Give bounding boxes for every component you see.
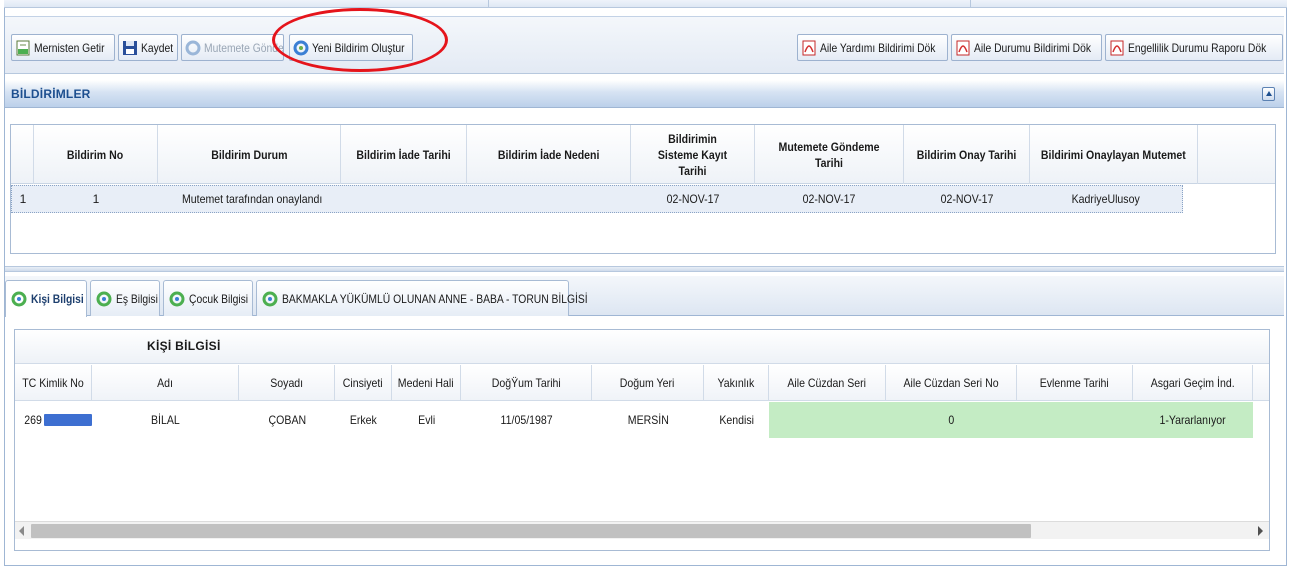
cell-iade-tarihi <box>341 186 467 212</box>
table-row[interactable]: 269 BİLAL ÇOBAN Erkek Evli 11/05/1987 ME… <box>15 402 1269 438</box>
mutemete-gonder-button[interactable]: Mutemete Gönder <box>181 34 284 61</box>
cell-mutemet-tarihi: 02-NOV-17 <box>803 192 856 206</box>
engellilik-durumu-raporu-dok-button[interactable]: Engellilik Durumu Raporu Dök <box>1105 34 1283 61</box>
pdf-icon <box>801 40 817 56</box>
cell-dogum-tarihi: 11/05/1987 <box>500 413 553 427</box>
scrollbar-thumb[interactable] <box>31 524 1031 538</box>
tab-es-bilgisi[interactable]: Eş Bilgisi <box>90 280 160 316</box>
column-header[interactable]: Bildirim Durum <box>158 125 341 184</box>
column-header[interactable]: Evlenme Tarihi <box>1017 365 1133 401</box>
column-header[interactable]: Medeni Hali <box>392 365 461 401</box>
document-arrow-icon <box>15 40 31 56</box>
collapse-up-icon[interactable] <box>1262 87 1275 101</box>
column-header[interactable]: TC Kimlik No <box>15 365 92 401</box>
column-header[interactable]: DoğŸum Tarihi <box>461 365 592 401</box>
top-tab-strip <box>4 0 1287 8</box>
column-header[interactable]: Aile Cüzdan Seri <box>769 365 886 401</box>
aile-yardimi-bildirimi-dok-button[interactable]: Aile Yardımı Bildirimi Dök <box>797 34 948 61</box>
refresh-icon <box>262 291 278 307</box>
column-header[interactable]: Yakınlık <box>704 365 769 401</box>
cell-evlenme-tarihi <box>1017 402 1133 438</box>
column-header[interactable]: Aile Cüzdan Seri No <box>886 365 1017 401</box>
refresh-icon <box>293 40 309 56</box>
tab-bakmakla-yukumlu[interactable]: BAKMAKLA YÜKÜMLÜ OLUNAN ANNE - BABA - TO… <box>256 280 588 316</box>
redaction-block <box>44 414 92 426</box>
cell-medeni-hali: Evli <box>417 413 436 427</box>
cell-tc-kimlik-no: 269 <box>15 402 92 438</box>
column-header[interactable]: Bildirim İade Tarihi <box>341 125 467 184</box>
panel-splitter[interactable] <box>5 266 1284 272</box>
cell-cuzdan-seri-no: 0 <box>948 413 955 427</box>
row-index: 1 <box>19 192 27 206</box>
cell-cinsiyet: Erkek <box>349 413 378 427</box>
section-title: BİLDİRİMLER <box>11 87 91 101</box>
yeni-bildirim-olustur-button[interactable]: Yeni Bildirim Oluştur <box>289 34 413 61</box>
refresh-icon <box>96 291 112 307</box>
cell-iade-nedeni <box>467 186 631 212</box>
table-row[interactable]: 1 1 Mutemet tarafından onaylandı 02-NOV-… <box>11 185 1183 213</box>
toolbar: Mernisten Getir Kaydet Mutemete Gönder Y… <box>5 16 1284 74</box>
column-header[interactable]: Adı <box>92 365 239 401</box>
refresh-icon <box>185 40 201 56</box>
tab-cocuk-bilgisi[interactable]: Çocuk Bilgisi <box>163 280 253 316</box>
group-header: KİŞİ BİLGİSİ <box>15 330 1269 364</box>
cell-soyadi: ÇOBAN <box>268 413 306 427</box>
cell-yakinlik: Kendisi <box>719 413 754 427</box>
column-header[interactable]: Mutemete Göndeme Tarihi <box>755 125 904 184</box>
refresh-icon <box>169 291 185 307</box>
cell-bildirim-durum: Mutemet tarafından onaylandı <box>182 192 323 206</box>
cell-cuzdan-seri <box>769 402 886 438</box>
horizontal-scrollbar[interactable] <box>15 521 1269 539</box>
column-header[interactable]: Bildirimi Onaylayan Mutemet <box>1030 125 1198 184</box>
bildirimler-section-header: BİLDİRİMLER <box>5 80 1284 108</box>
column-header[interactable]: Bildirim No <box>34 125 158 184</box>
cell-dogum-yeri: MERSİN <box>627 413 669 427</box>
row-number-header <box>11 125 34 184</box>
column-header[interactable]: Bildirim Onay Tarihi <box>904 125 1030 184</box>
scroll-right-icon[interactable] <box>1258 526 1263 536</box>
column-header[interactable]: Soyadı <box>239 365 335 401</box>
cell-adi: BİLAL <box>151 413 180 427</box>
aile-durumu-bildirimi-dok-button[interactable]: Aile Durumu Bildirimi Dök <box>951 34 1102 61</box>
scroll-left-icon[interactable] <box>19 526 24 536</box>
bildirimler-grid: Bildirim No Bildirim Durum Bildirim İade… <box>10 124 1276 254</box>
grid-header: Bildirim No Bildirim Durum Bildirim İade… <box>11 125 1275 184</box>
column-header[interactable]: Doğum Yeri <box>592 365 704 401</box>
refresh-icon <box>11 291 27 307</box>
kisi-bilgisi-grid: KİŞİ BİLGİSİ TC Kimlik No Adı Soyadı Cin… <box>14 329 1270 551</box>
column-header[interactable]: Bildirimin Sisteme Kayıt Tarihi <box>631 125 755 184</box>
pdf-icon <box>1109 40 1125 56</box>
column-header[interactable]: Asgari Geçim İnd. <box>1133 365 1253 401</box>
tab-bar: Kişi Bilgisi Eş Bilgisi Çocuk Bilgisi BA… <box>5 276 1284 317</box>
tab-kisi-bilgisi[interactable]: Kişi Bilgisi <box>5 280 87 317</box>
kaydet-button[interactable]: Kaydet <box>118 34 178 61</box>
pdf-icon <box>955 40 971 56</box>
column-header[interactable]: Cinsiyeti <box>335 365 392 401</box>
grid-header: TC Kimlik No Adı Soyadı Cinsiyeti Medeni… <box>15 365 1269 401</box>
cell-onaylayan: KadriyeUlusoy <box>1071 192 1141 206</box>
cell-bildirim-no: 1 <box>92 192 100 206</box>
cell-onay-tarihi: 02-NOV-17 <box>940 192 994 206</box>
cell-kayit-tarihi: 02-NOV-17 <box>666 192 720 206</box>
mernisten-getir-button[interactable]: Mernisten Getir <box>11 34 115 61</box>
floppy-disk-icon <box>122 40 138 56</box>
column-header[interactable]: Bildirim İade Nedeni <box>467 125 631 184</box>
cell-asgari-gecim: 1-Yararlanıyor <box>1159 413 1227 427</box>
group-title: KİŞİ BİLGİSİ <box>147 339 221 353</box>
